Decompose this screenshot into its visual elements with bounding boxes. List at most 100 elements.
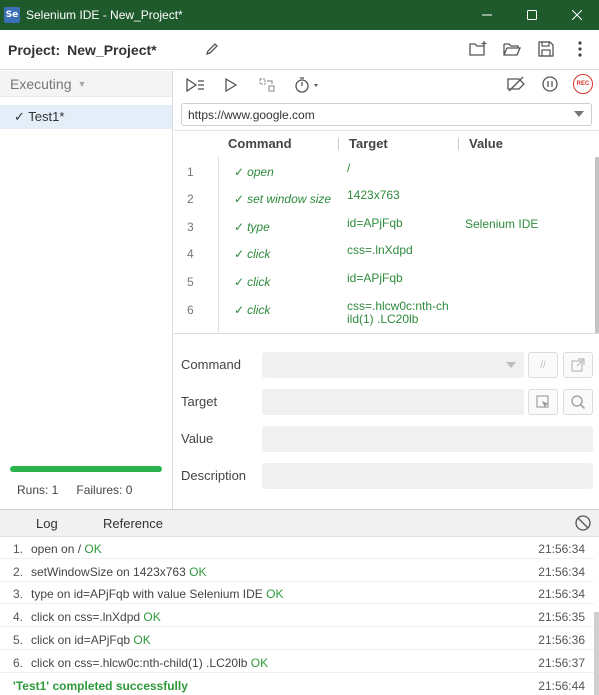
maximize-button[interactable] <box>509 0 554 30</box>
row-command: ✓ open <box>234 165 274 179</box>
row-command: ✓ click <box>234 275 271 289</box>
log-time: 21:56:44 <box>538 679 585 693</box>
base-url-select[interactable]: https://www.google.com <box>181 103 592 126</box>
command-editor: Command // Target Value Description <box>174 346 599 506</box>
open-project-button[interactable] <box>501 38 523 60</box>
log-panel: Log Reference 1. open on / OK 21:56:34 2… <box>0 509 599 695</box>
target-input[interactable] <box>262 389 524 415</box>
value-input[interactable] <box>262 426 593 452</box>
column-header-target: Target <box>349 136 388 151</box>
log-status: OK <box>84 542 102 556</box>
test-sidebar: Executing ▼ ✓ Test1* Runs: 1 Failures: 0 <box>0 71 173 509</box>
check-icon: ✓ <box>234 165 245 179</box>
log-time: 21:56:34 <box>538 542 585 556</box>
table-row[interactable]: 3 ✓ type id=APjFqb Selenium IDE <box>174 212 594 240</box>
rename-project-button[interactable] <box>204 41 220 60</box>
command-table: Command Target Value 1 ✓ open / 2 ✓ set wi… <box>174 130 599 334</box>
row-index: 4 <box>187 247 194 261</box>
row-target: 1423x763 <box>347 188 400 202</box>
row-command: ✓ set window size <box>234 192 332 206</box>
log-time: 21:56:35 <box>538 610 585 624</box>
description-input[interactable] <box>262 463 593 489</box>
row-command: ✓ click <box>234 247 271 261</box>
step-icon <box>259 78 275 92</box>
new-project-button[interactable] <box>467 38 489 60</box>
select-target-button[interactable] <box>528 389 558 415</box>
log-scrollbar[interactable] <box>594 612 599 695</box>
log-entry: 1. open on / OK 21:56:34 <box>0 537 594 559</box>
chevron-down-icon: ▼ <box>77 78 87 89</box>
project-header: Project: New_Project* <box>0 30 599 70</box>
pause-on-exceptions-button[interactable] <box>539 73 561 95</box>
column-header-value: Value <box>469 136 503 151</box>
log-time: 21:56:34 <box>538 587 585 601</box>
clear-log-button[interactable] <box>574 514 592 535</box>
table-row[interactable]: 5 ✓ click id=APjFqb <box>174 267 594 295</box>
find-target-button[interactable] <box>563 389 593 415</box>
log-message: open on / OK <box>31 542 102 556</box>
log-message: click on css=.hlcw0c:nth-child(1) .LC20l… <box>31 656 269 670</box>
pause-icon <box>542 76 558 92</box>
window-titlebar: Se Selenium IDE - New_Project* <box>0 0 599 30</box>
log-status: OK <box>189 565 207 579</box>
row-index: 2 <box>187 192 194 206</box>
project-name[interactable]: New_Project* <box>67 42 156 58</box>
comment-toggle-button[interactable]: // <box>528 352 558 378</box>
disable-breakpoints-button[interactable] <box>505 73 527 95</box>
sidebar-item-test1[interactable]: ✓ Test1* <box>0 105 172 129</box>
chevron-down-icon <box>506 362 516 368</box>
pencil-icon <box>205 43 218 56</box>
value-label: Value <box>181 431 214 446</box>
kebab-menu-icon <box>578 41 582 57</box>
tab-reference[interactable]: Reference <box>103 516 163 531</box>
table-row[interactable]: 4 ✓ click css=.lnXdpd <box>174 239 594 267</box>
executing-label: Executing <box>10 75 72 92</box>
log-status: OK <box>133 633 151 647</box>
close-icon <box>571 10 582 20</box>
open-folder-icon <box>503 43 521 56</box>
column-divider <box>458 138 459 150</box>
log-message: type on id=APjFqb with value Selenium ID… <box>31 587 284 601</box>
row-target: id=APjFqb <box>347 216 403 230</box>
external-link-icon <box>571 358 585 372</box>
command-select[interactable] <box>262 352 524 378</box>
row-index: 1 <box>187 165 194 179</box>
log-entry: 3. type on id=APjFqb with value Selenium… <box>0 582 594 604</box>
table-scrollbar[interactable] <box>595 157 599 333</box>
row-target: id=APjFqb <box>347 271 403 285</box>
test-speed-button[interactable] <box>292 74 326 96</box>
more-options-button[interactable] <box>569 38 591 60</box>
base-url-value: https://www.google.com <box>188 107 315 122</box>
open-reference-button[interactable] <box>563 352 593 378</box>
run-all-tests-button[interactable] <box>184 74 206 96</box>
step-over-button[interactable] <box>256 74 278 96</box>
log-message: click on css=.lnXdpd OK <box>31 610 161 624</box>
table-header: Command Target Value <box>174 131 599 156</box>
close-button[interactable] <box>554 0 599 30</box>
save-icon <box>538 41 554 57</box>
run-test-button[interactable] <box>220 74 242 96</box>
runs-count: Runs: 1 <box>17 483 59 497</box>
log-completion-message: 'Test1' completed successfully <box>13 679 188 693</box>
new-folder-icon <box>469 41 487 56</box>
table-row[interactable]: 2 ✓ set window size 1423x763 <box>174 184 594 212</box>
log-tab-bar: Log Reference <box>0 510 599 537</box>
column-header-command: Command <box>228 136 292 151</box>
minimize-button[interactable] <box>464 0 509 30</box>
row-value: Selenium IDE <box>465 217 539 231</box>
table-row[interactable]: 1 ✓ open / <box>174 157 594 185</box>
run-progress-bar <box>10 466 162 472</box>
log-number: 3. <box>13 587 24 601</box>
table-row[interactable]: 6 ✓ click css=.hlcw0c:nth-child(1) .LC20l… <box>174 295 594 333</box>
log-entry: 6. click on css=.hlcw0c:nth-child(1) .LC… <box>0 651 594 673</box>
tab-log[interactable]: Log <box>36 516 58 533</box>
test-label: ✓ Test1* <box>14 109 65 124</box>
log-entry: 2. setWindowSize on 1423x763 OK 21:56:34 <box>0 560 594 582</box>
row-target: css=.hlcw0c:nth-child(1) .LC20lb <box>347 299 449 326</box>
executing-dropdown[interactable]: Executing ▼ <box>0 71 172 97</box>
record-button[interactable]: REC <box>573 74 593 94</box>
save-project-button[interactable] <box>535 38 557 60</box>
row-index: 6 <box>187 303 194 317</box>
check-icon: ✓ <box>234 192 245 206</box>
maximize-icon <box>526 10 537 20</box>
